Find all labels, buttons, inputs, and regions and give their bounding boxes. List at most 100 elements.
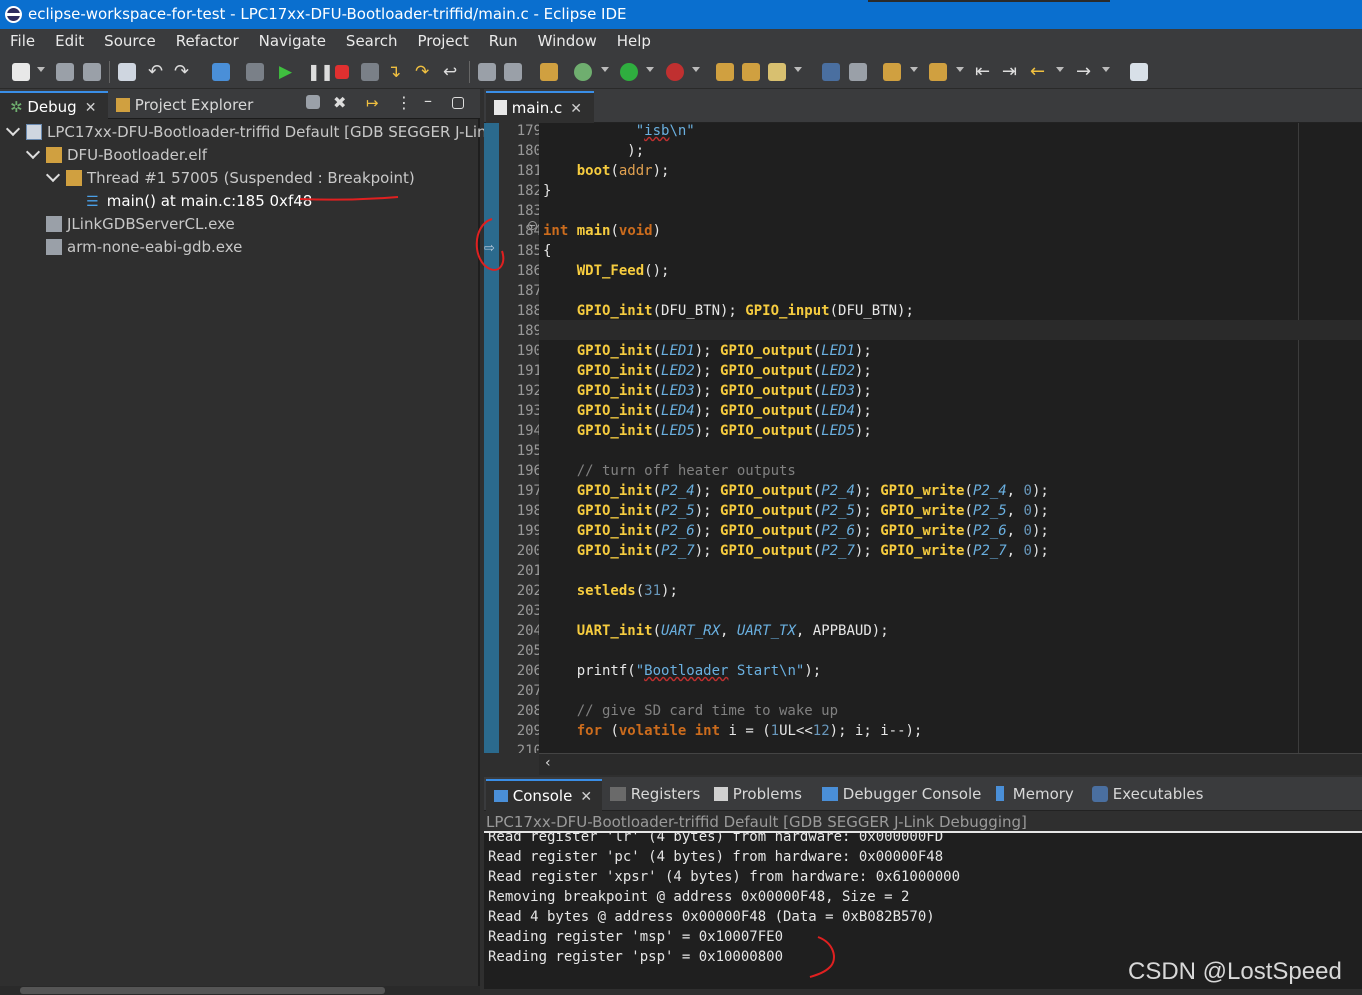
step-over-icon[interactable]: ↷ xyxy=(415,63,433,81)
last-edit-icon[interactable]: ⇤ xyxy=(975,63,993,81)
maximize-icon[interactable] xyxy=(452,97,464,109)
forward-dropdown-icon[interactable] xyxy=(1102,67,1110,72)
console-title: LPC17xx-DFU-Bootloader-triffid Default [… xyxy=(484,811,1362,833)
code-editor[interactable]: 179 180 181 182 183 184 185 186 187 188 189 190 191 1… xyxy=(484,123,1362,753)
terminal-icon[interactable] xyxy=(212,63,230,81)
menu-project[interactable]: Project xyxy=(407,29,478,53)
redo-icon[interactable]: ↷ xyxy=(174,63,192,81)
tree-launch[interactable]: LPC17xx-DFU-Bootloader-triffid Default [… xyxy=(5,121,496,144)
line-number: 191 xyxy=(516,363,542,379)
next-edit-icon[interactable]: ⇥ xyxy=(1002,63,1020,81)
menu-source[interactable]: Source xyxy=(94,29,166,53)
step-into-icon[interactable]: ↴ xyxy=(387,63,405,81)
tab-debug[interactable]: ✲ Debug ✕ xyxy=(0,91,108,119)
tree-launch-label: LPC17xx-DFU-Bootloader-triffid Default [… xyxy=(47,123,496,141)
tab-console[interactable]: Console ✕ xyxy=(486,779,602,811)
chevron-down-icon[interactable] xyxy=(5,121,21,137)
new-icon[interactable] xyxy=(12,63,30,81)
new-dropdown-icon[interactable] xyxy=(37,67,45,72)
step-return-icon[interactable]: ↩ xyxy=(443,63,461,81)
close-icon[interactable]: ✕ xyxy=(580,782,592,812)
run-dropdown-icon[interactable] xyxy=(646,67,654,72)
back-dropdown-icon[interactable] xyxy=(1056,67,1064,72)
remove-terminated-icon[interactable]: ✖ xyxy=(333,94,351,112)
tree-thread-label: Thread #1 57005 (Suspended : Breakpoint) xyxy=(87,169,415,187)
tree-stack-frame[interactable]: ☰ main() at main.c:185 0xf48 xyxy=(86,190,312,213)
server-process-icon xyxy=(46,216,62,232)
tab-problems[interactable]: Problems xyxy=(714,779,802,811)
save-icon[interactable] xyxy=(56,63,74,81)
tree-gdb[interactable]: arm-none-eabi-gdb.exe xyxy=(46,236,242,259)
tree-elf[interactable]: DFU-Bootloader.elf xyxy=(25,144,207,167)
step-filter-icon[interactable]: ↦ xyxy=(366,95,384,113)
menu-run[interactable]: Run xyxy=(479,29,528,53)
disconnect-icon[interactable] xyxy=(361,63,379,81)
close-icon[interactable]: ✕ xyxy=(85,94,97,122)
console-line: Read register 'lr' (4 bytes) from hardwa… xyxy=(488,833,944,845)
forward-icon[interactable]: → xyxy=(1076,63,1094,81)
menu-window[interactable]: Window xyxy=(528,29,607,53)
menu-refactor[interactable]: Refactor xyxy=(166,29,249,53)
debug-icon[interactable] xyxy=(574,63,592,81)
run-icon[interactable] xyxy=(620,63,638,81)
editor-tab-bar: main.c ✕ xyxy=(484,89,1362,123)
line-number: 193 xyxy=(516,403,542,419)
tab-debugger-console-label: Debugger Console xyxy=(842,785,982,803)
scroll-thumb[interactable] xyxy=(20,987,385,994)
back-icon[interactable]: ← xyxy=(1030,63,1048,81)
menu-file[interactable]: File xyxy=(0,29,45,53)
suspend-icon[interactable]: ❚❚ xyxy=(307,63,334,81)
tab-memory[interactable]: Memory xyxy=(996,779,1074,811)
view-menu-icon[interactable]: ⋮ xyxy=(396,94,414,112)
terminate-icon[interactable] xyxy=(335,65,349,79)
toggle-mark-icon[interactable] xyxy=(849,63,867,81)
left-horizontal-scrollbar[interactable] xyxy=(0,986,480,995)
next-annotation-icon[interactable] xyxy=(883,63,901,81)
tree-server[interactable]: JLinkGDBServerCL.exe xyxy=(46,213,235,236)
title-accent xyxy=(868,0,1110,2)
minimize-icon[interactable]: – xyxy=(424,93,442,112)
open-perspective-icon[interactable] xyxy=(1130,63,1148,81)
main-toolbar: ↶ ↷ ▶ ❚❚ ↴ ↷ ↩ ⇤ ⇥ ← → xyxy=(0,55,1362,89)
chevron-down-icon[interactable] xyxy=(25,144,41,160)
external-tools-dropdown-icon[interactable] xyxy=(692,67,700,72)
tab-console-label: Console xyxy=(512,787,573,805)
external-tools-icon[interactable] xyxy=(666,63,684,81)
menu-edit[interactable]: Edit xyxy=(45,29,94,53)
save-all-icon[interactable] xyxy=(83,63,101,81)
scroll-left-icon[interactable]: ‹ xyxy=(545,755,551,771)
tab-project-explorer[interactable]: Project Explorer xyxy=(116,91,296,119)
tab-debugger-console[interactable]: Debugger Console xyxy=(822,779,981,811)
tab-main-c[interactable]: main.c ✕ xyxy=(486,91,594,123)
skip-breakpoints-icon[interactable] xyxy=(246,63,264,81)
tab-executables[interactable]: Executables xyxy=(1092,779,1203,811)
line-number: 180 xyxy=(516,143,542,159)
tree-thread[interactable]: Thread #1 57005 (Suspended : Breakpoint) xyxy=(45,167,415,190)
tab-registers[interactable]: Registers xyxy=(610,779,700,811)
pencil-icon[interactable] xyxy=(768,63,786,81)
editor-horizontal-scrollbar[interactable]: ‹ xyxy=(539,753,1362,775)
chevron-down-icon[interactable] xyxy=(45,167,61,183)
editor-area: main.c ✕ 179 180 181 182 183 184 185 186 187 188 18… xyxy=(475,89,1362,775)
menu-search[interactable]: Search xyxy=(336,29,408,53)
undo-icon[interactable]: ↶ xyxy=(148,63,166,81)
restart-icon[interactable] xyxy=(540,63,558,81)
next-annotation-dropdown-icon[interactable] xyxy=(910,67,918,72)
open-type-icon[interactable] xyxy=(742,63,760,81)
close-icon[interactable]: ✕ xyxy=(570,94,582,124)
collapse-all-icon[interactable] xyxy=(306,95,320,109)
fold-icon[interactable]: − xyxy=(528,221,537,230)
highlight-icon[interactable] xyxy=(822,63,840,81)
debug-dropdown-icon[interactable] xyxy=(601,67,609,72)
red-circle-annotation xyxy=(475,218,505,271)
menu-help[interactable]: Help xyxy=(607,29,661,53)
menu-navigate[interactable]: Navigate xyxy=(249,29,336,53)
resume-icon[interactable]: ▶ xyxy=(279,63,297,81)
open-folder-icon[interactable] xyxy=(716,63,734,81)
pencil-dropdown-icon[interactable] xyxy=(794,67,802,72)
drop-to-frame-icon[interactable] xyxy=(504,63,522,81)
prev-annotation-icon[interactable] xyxy=(929,63,947,81)
binary-icon[interactable] xyxy=(118,63,136,81)
prev-annotation-dropdown-icon[interactable] xyxy=(956,67,964,72)
instruction-stepping-icon[interactable] xyxy=(478,63,496,81)
